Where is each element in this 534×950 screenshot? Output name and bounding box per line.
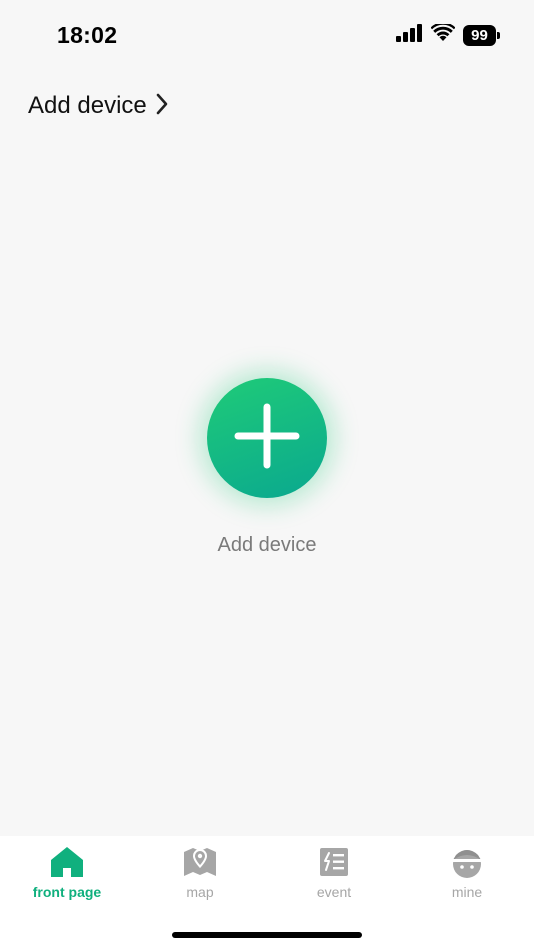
home-indicator[interactable] (172, 932, 362, 938)
add-device-button[interactable] (207, 378, 327, 498)
tab-front-page[interactable]: front page (0, 844, 134, 900)
tab-map[interactable]: map (133, 844, 267, 900)
header-title: Add device (28, 92, 147, 119)
tab-event[interactable]: event (267, 844, 401, 900)
event-list-icon (316, 844, 352, 880)
plus-icon (234, 403, 300, 474)
signal-icon (396, 24, 423, 47)
battery-level: 99 (463, 25, 496, 46)
battery-icon: 99 (463, 25, 500, 46)
add-device-label: Add device (217, 534, 317, 556)
home-icon (49, 844, 85, 880)
add-device-header-link[interactable]: Add device (28, 92, 169, 120)
status-bar: 18:02 99 (0, 0, 534, 70)
wifi-icon (430, 22, 456, 47)
tab-mine[interactable]: mine (400, 844, 534, 900)
chevron-right-icon (155, 93, 169, 120)
map-pin-icon (182, 844, 218, 880)
tab-label: map (186, 884, 214, 900)
status-icons: 99 (396, 22, 500, 47)
tab-label: mine (451, 884, 483, 900)
status-time: 18:02 (57, 22, 118, 48)
profile-icon (449, 844, 485, 880)
tab-label: front page (32, 884, 102, 900)
tab-label: event (316, 884, 352, 900)
